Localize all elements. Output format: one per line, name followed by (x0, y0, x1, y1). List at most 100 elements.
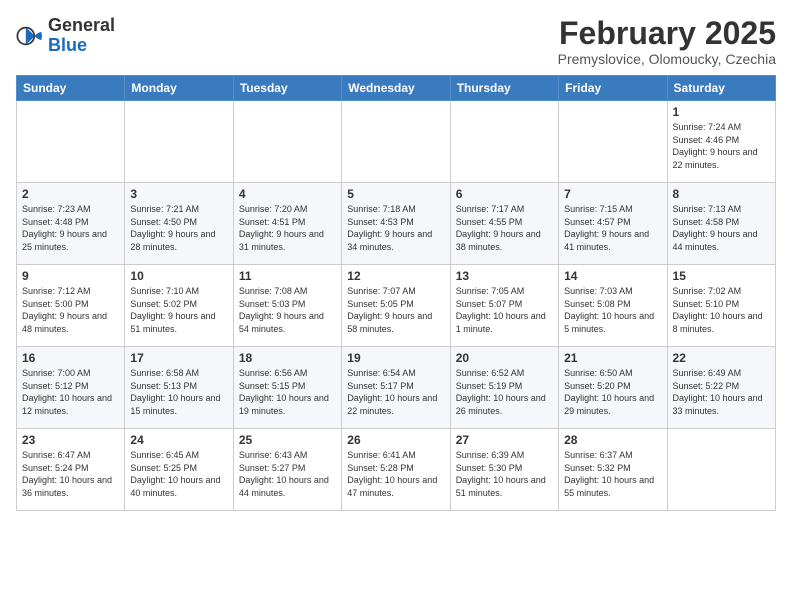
title-block: February 2025 Premyslovice, Olomoucky, C… (558, 16, 776, 67)
day-number: 28 (564, 433, 661, 447)
day-info: Sunrise: 7:17 AM Sunset: 4:55 PM Dayligh… (456, 203, 553, 253)
day-number: 14 (564, 269, 661, 283)
day-info: Sunrise: 7:15 AM Sunset: 4:57 PM Dayligh… (564, 203, 661, 253)
location-subtitle: Premyslovice, Olomoucky, Czechia (558, 51, 776, 67)
calendar-cell: 4 Sunrise: 7:20 AM Sunset: 4:51 PM Daylig… (233, 183, 341, 265)
calendar-cell: 15Sunrise: 7:02 AM Sunset: 5:10 PM Dayli… (667, 265, 775, 347)
day-info: Sunrise: 7:02 AM Sunset: 5:10 PM Dayligh… (673, 285, 770, 335)
weekday-header-friday: Friday (559, 76, 667, 101)
day-info: Sunrise: 7:07 AM Sunset: 5:05 PM Dayligh… (347, 285, 444, 335)
day-info: Sunrise: 7:24 AM Sunset: 4:46 PM Dayligh… (673, 121, 770, 171)
week-row-2: 2 Sunrise: 7:23 AM Sunset: 4:48 PM Daylig… (17, 183, 776, 265)
day-number: 20 (456, 351, 553, 365)
day-number: 23 (22, 433, 119, 447)
calendar-cell: 11 Sunrise: 7:08 AM Sunset: 5:03 PM Dayli… (233, 265, 341, 347)
day-number: 26 (347, 433, 444, 447)
calendar-cell: 6 Sunrise: 7:17 AM Sunset: 4:55 PM Daylig… (450, 183, 558, 265)
day-number: 22 (673, 351, 770, 365)
day-number: 16 (22, 351, 119, 365)
calendar-cell: 18 Sunrise: 6:56 AM Sunset: 5:15 PM Dayli… (233, 347, 341, 429)
calendar-cell: 21 Sunrise: 6:50 AM Sunset: 5:20 PM Dayli… (559, 347, 667, 429)
weekday-header-monday: Monday (125, 76, 233, 101)
weekday-header-row: SundayMondayTuesdayWednesdayThursdayFrid… (17, 76, 776, 101)
calendar-cell: 23Sunrise: 6:47 AM Sunset: 5:24 PM Dayli… (17, 429, 125, 511)
calendar-cell: 16 Sunrise: 7:00 AM Sunset: 5:12 PM Dayli… (17, 347, 125, 429)
page-header: General Blue February 2025 Premyslovice,… (16, 16, 776, 67)
day-number: 24 (130, 433, 227, 447)
week-row-3: 9Sunrise: 7:12 AM Sunset: 5:00 PM Daylig… (17, 265, 776, 347)
day-number: 6 (456, 187, 553, 201)
day-info: Sunrise: 7:05 AM Sunset: 5:07 PM Dayligh… (456, 285, 553, 335)
calendar-cell: 26Sunrise: 6:41 AM Sunset: 5:28 PM Dayli… (342, 429, 450, 511)
calendar-cell: 3 Sunrise: 7:21 AM Sunset: 4:50 PM Daylig… (125, 183, 233, 265)
day-info: Sunrise: 7:12 AM Sunset: 5:00 PM Dayligh… (22, 285, 119, 335)
day-number: 2 (22, 187, 119, 201)
week-row-4: 16 Sunrise: 7:00 AM Sunset: 5:12 PM Dayli… (17, 347, 776, 429)
calendar-cell (233, 101, 341, 183)
day-info: Sunrise: 7:03 AM Sunset: 5:08 PM Dayligh… (564, 285, 661, 335)
day-info: Sunrise: 7:23 AM Sunset: 4:48 PM Dayligh… (22, 203, 119, 253)
calendar-cell: 1 Sunrise: 7:24 AM Sunset: 4:46 PM Daylig… (667, 101, 775, 183)
calendar-cell: 14 Sunrise: 7:03 AM Sunset: 5:08 PM Dayli… (559, 265, 667, 347)
day-number: 11 (239, 269, 336, 283)
day-number: 12 (347, 269, 444, 283)
calendar-cell (125, 101, 233, 183)
day-info: Sunrise: 6:50 AM Sunset: 5:20 PM Dayligh… (564, 367, 661, 417)
day-number: 25 (239, 433, 336, 447)
calendar-cell (450, 101, 558, 183)
day-number: 8 (673, 187, 770, 201)
calendar-cell (17, 101, 125, 183)
logo-icon (16, 22, 44, 50)
weekday-header-sunday: Sunday (17, 76, 125, 101)
calendar-cell: 9Sunrise: 7:12 AM Sunset: 5:00 PM Daylig… (17, 265, 125, 347)
day-number: 21 (564, 351, 661, 365)
logo-blue-text: Blue (48, 35, 87, 55)
day-number: 19 (347, 351, 444, 365)
day-info: Sunrise: 6:39 AM Sunset: 5:30 PM Dayligh… (456, 449, 553, 499)
calendar-cell: 7 Sunrise: 7:15 AM Sunset: 4:57 PM Daylig… (559, 183, 667, 265)
week-row-5: 23Sunrise: 6:47 AM Sunset: 5:24 PM Dayli… (17, 429, 776, 511)
weekday-header-tuesday: Tuesday (233, 76, 341, 101)
calendar-cell: 13Sunrise: 7:05 AM Sunset: 5:07 PM Dayli… (450, 265, 558, 347)
calendar-cell: 19 Sunrise: 6:54 AM Sunset: 5:17 PM Dayli… (342, 347, 450, 429)
calendar-cell (667, 429, 775, 511)
calendar-cell: 8 Sunrise: 7:13 AM Sunset: 4:58 PM Daylig… (667, 183, 775, 265)
day-info: Sunrise: 7:08 AM Sunset: 5:03 PM Dayligh… (239, 285, 336, 335)
day-info: Sunrise: 7:18 AM Sunset: 4:53 PM Dayligh… (347, 203, 444, 253)
day-number: 18 (239, 351, 336, 365)
calendar-cell (342, 101, 450, 183)
day-info: Sunrise: 6:52 AM Sunset: 5:19 PM Dayligh… (456, 367, 553, 417)
day-info: Sunrise: 7:21 AM Sunset: 4:50 PM Dayligh… (130, 203, 227, 253)
day-info: Sunrise: 7:20 AM Sunset: 4:51 PM Dayligh… (239, 203, 336, 253)
day-info: Sunrise: 6:56 AM Sunset: 5:15 PM Dayligh… (239, 367, 336, 417)
day-number: 27 (456, 433, 553, 447)
weekday-header-saturday: Saturday (667, 76, 775, 101)
day-info: Sunrise: 6:54 AM Sunset: 5:17 PM Dayligh… (347, 367, 444, 417)
day-number: 7 (564, 187, 661, 201)
week-row-1: 1 Sunrise: 7:24 AM Sunset: 4:46 PM Daylig… (17, 101, 776, 183)
calendar-cell: 10Sunrise: 7:10 AM Sunset: 5:02 PM Dayli… (125, 265, 233, 347)
day-info: Sunrise: 6:49 AM Sunset: 5:22 PM Dayligh… (673, 367, 770, 417)
weekday-header-wednesday: Wednesday (342, 76, 450, 101)
day-info: Sunrise: 6:45 AM Sunset: 5:25 PM Dayligh… (130, 449, 227, 499)
day-info: Sunrise: 7:00 AM Sunset: 5:12 PM Dayligh… (22, 367, 119, 417)
logo-general-text: General (48, 15, 115, 35)
day-info: Sunrise: 6:43 AM Sunset: 5:27 PM Dayligh… (239, 449, 336, 499)
day-number: 17 (130, 351, 227, 365)
calendar-cell: 28Sunrise: 6:37 AM Sunset: 5:32 PM Dayli… (559, 429, 667, 511)
day-number: 5 (347, 187, 444, 201)
calendar-cell (559, 101, 667, 183)
calendar-cell: 27 Sunrise: 6:39 AM Sunset: 5:30 PM Dayli… (450, 429, 558, 511)
day-number: 10 (130, 269, 227, 283)
day-number: 1 (673, 105, 770, 119)
day-info: Sunrise: 7:13 AM Sunset: 4:58 PM Dayligh… (673, 203, 770, 253)
day-number: 4 (239, 187, 336, 201)
calendar-cell: 24 Sunrise: 6:45 AM Sunset: 5:25 PM Dayli… (125, 429, 233, 511)
day-info: Sunrise: 6:58 AM Sunset: 5:13 PM Dayligh… (130, 367, 227, 417)
calendar-cell: 12 Sunrise: 7:07 AM Sunset: 5:05 PM Dayli… (342, 265, 450, 347)
calendar-table: SundayMondayTuesdayWednesdayThursdayFrid… (16, 75, 776, 511)
day-number: 3 (130, 187, 227, 201)
weekday-header-thursday: Thursday (450, 76, 558, 101)
calendar-cell: 17 Sunrise: 6:58 AM Sunset: 5:13 PM Dayli… (125, 347, 233, 429)
calendar-cell: 2 Sunrise: 7:23 AM Sunset: 4:48 PM Daylig… (17, 183, 125, 265)
